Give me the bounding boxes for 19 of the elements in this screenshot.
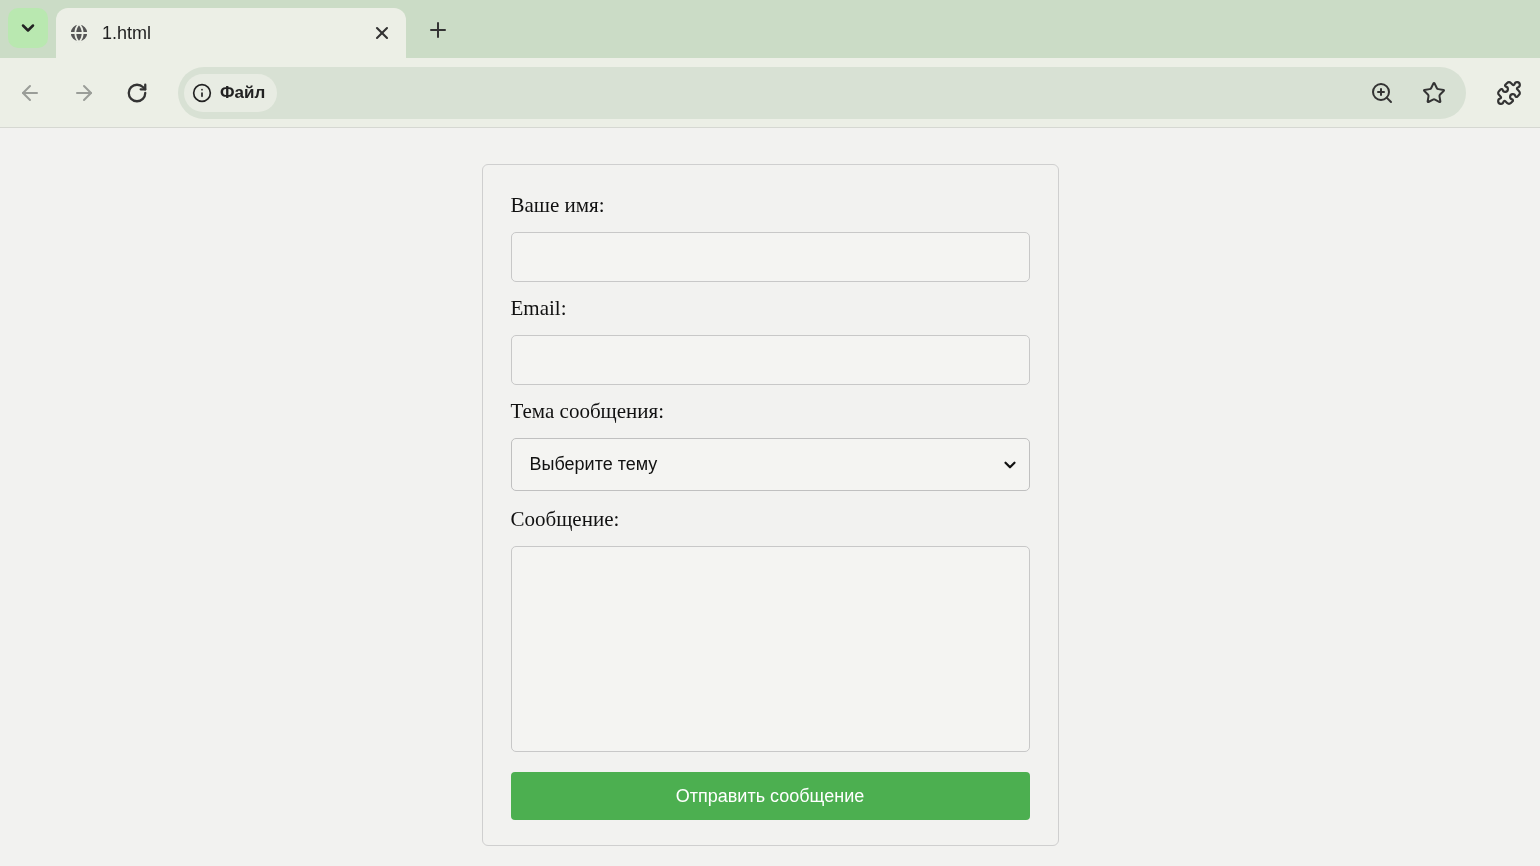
field-label: Ваше имя: bbox=[510, 192, 606, 218]
topic-dropdown[interactable]: Выберите тему bbox=[510, 438, 1030, 491]
bookmark-button[interactable] bbox=[1422, 80, 1446, 105]
reload-button[interactable] bbox=[126, 81, 148, 104]
info-icon bbox=[192, 82, 212, 103]
input-field[interactable] bbox=[510, 232, 1030, 282]
zoom-button[interactable] bbox=[1370, 80, 1394, 105]
site-info-button[interactable]: Файл bbox=[184, 73, 278, 112]
field-label: Тема сообщения: bbox=[510, 398, 666, 424]
message-field[interactable] bbox=[510, 546, 1030, 752]
browser-tab[interactable]: 1.html bbox=[56, 8, 406, 58]
input-field[interactable] bbox=[510, 335, 1030, 385]
address-bar[interactable]: Файл bbox=[178, 66, 1466, 119]
extensions-button[interactable] bbox=[1496, 79, 1522, 106]
field-label: Email: bbox=[510, 295, 568, 321]
tab-search-button[interactable] bbox=[8, 8, 48, 48]
tab-title: 1.html bbox=[102, 22, 153, 44]
globe-icon bbox=[68, 22, 90, 44]
field-label: Сообщение: bbox=[510, 506, 621, 532]
